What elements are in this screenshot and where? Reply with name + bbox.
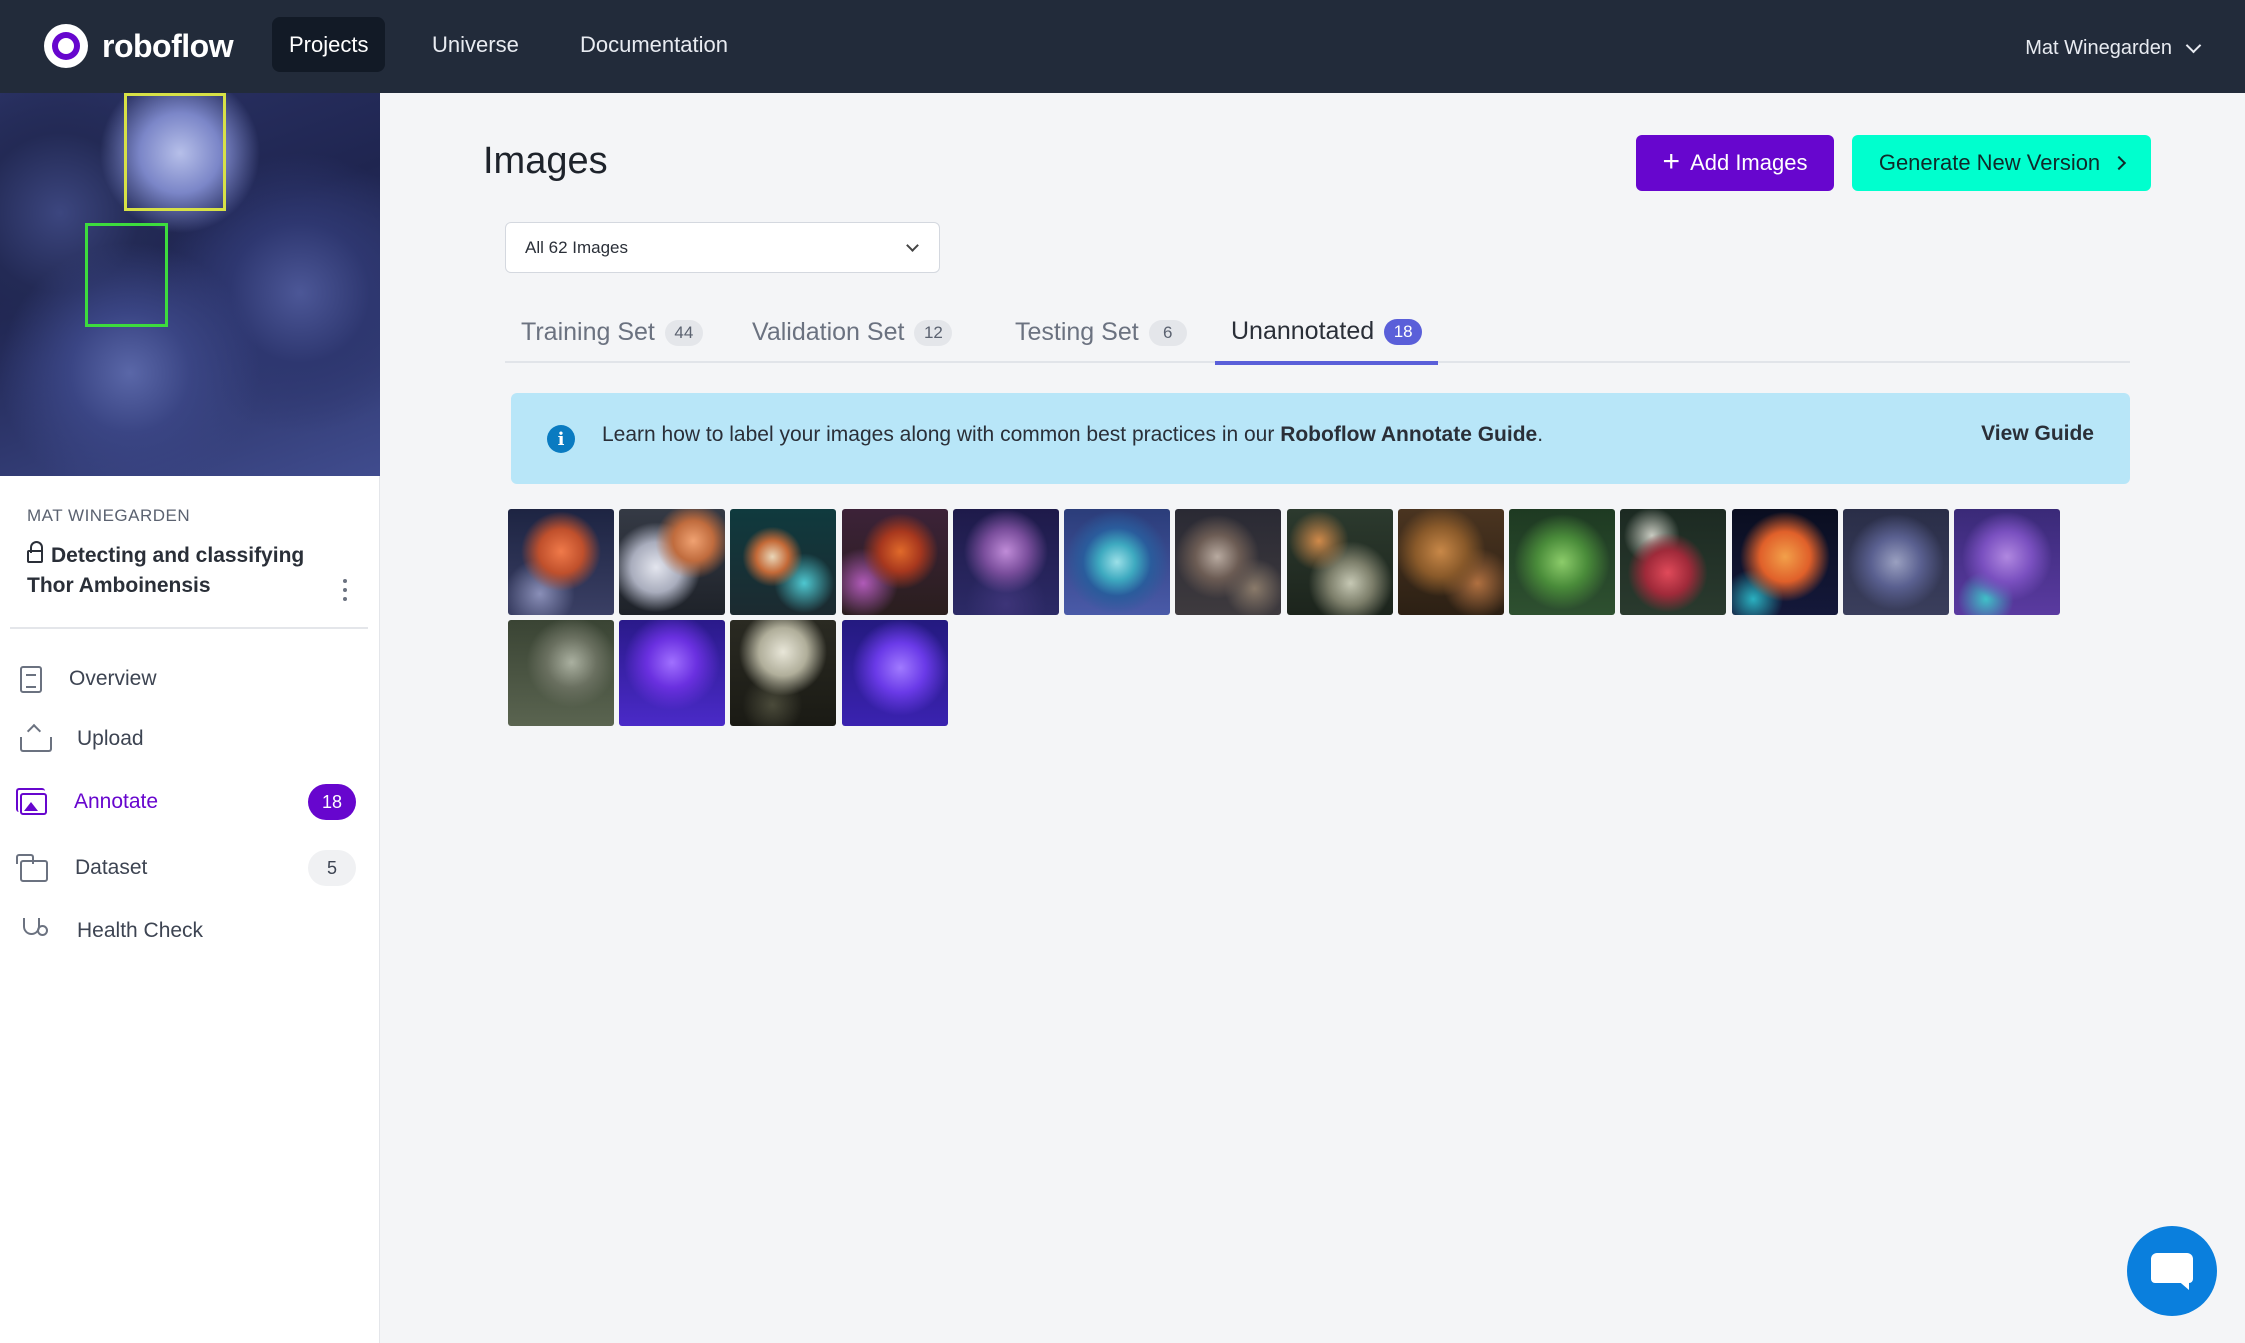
add-images-button[interactable]: + Add Images <box>1636 135 1834 191</box>
image-thumbnail[interactable] <box>953 509 1059 615</box>
roboflow-logo-icon <box>44 24 88 68</box>
page-title: Images <box>483 140 608 182</box>
bounding-box-annotation <box>85 223 168 327</box>
info-icon: i <box>547 425 575 453</box>
sidebar-item-dataset[interactable]: Dataset 5 <box>16 845 360 891</box>
project-title[interactable]: Detecting and classifying Thor Amboinens… <box>27 541 327 601</box>
tab-count-badge: 6 <box>1148 319 1187 346</box>
nav-documentation[interactable]: Documentation <box>563 17 745 72</box>
tab-testing-set[interactable]: Testing Set 6 <box>999 302 1203 363</box>
dataset-count-badge: 5 <box>308 850 356 886</box>
add-images-label: Add Images <box>1690 150 1808 175</box>
chevron-right-icon <box>2112 155 2127 171</box>
image-thumbnail[interactable] <box>1175 509 1281 615</box>
tab-label: Unannotated <box>1231 317 1375 345</box>
sidebar-item-label: Dataset <box>75 856 148 879</box>
tab-label: Training Set <box>521 318 655 346</box>
image-thumbnail[interactable] <box>619 509 725 615</box>
image-thumbnail[interactable] <box>1509 509 1615 615</box>
image-thumbnail[interactable] <box>1064 509 1170 615</box>
annotate-guide-banner: i Learn how to label your images along w… <box>511 393 2130 484</box>
bounding-box-annotation <box>124 93 226 211</box>
tab-count-badge: 18 <box>1384 318 1423 345</box>
sidebar-item-health-check[interactable]: Health Check <box>20 908 360 954</box>
sidebar-item-label: Annotate <box>74 790 159 813</box>
tab-label: Validation Set <box>752 318 905 346</box>
tab-label: Testing Set <box>1015 318 1139 346</box>
sidebar-item-label: Overview <box>69 667 157 690</box>
annotate-count-badge: 18 <box>308 784 356 820</box>
image-thumbnail[interactable] <box>1843 509 1949 615</box>
upload-icon <box>20 724 52 754</box>
image-thumbnail[interactable] <box>842 509 948 615</box>
plus-icon: + <box>1662 144 1681 178</box>
project-owner: MAT WINEGARDEN <box>27 506 191 525</box>
image-thumbnail[interactable] <box>619 620 725 726</box>
generate-new-version-button[interactable]: Generate New Version <box>1852 135 2151 191</box>
nav-universe[interactable]: Universe <box>415 17 536 72</box>
tab-training-set[interactable]: Training Set 44 <box>505 302 719 363</box>
chevron-down-icon <box>906 239 919 252</box>
sidebar-item-label: Upload <box>77 727 144 750</box>
tab-count-badge: 44 <box>664 319 703 346</box>
user-name: Mat Winegarden <box>2025 36 2172 59</box>
document-icon <box>20 665 42 693</box>
project-sidebar: MAT WINEGARDEN Detecting and classifying… <box>0 93 380 1343</box>
roboflow-logo[interactable]: roboflow <box>44 22 234 70</box>
annotate-guide-link[interactable]: Roboflow Annotate Guide <box>1280 423 1537 446</box>
image-thumbnail[interactable] <box>730 620 836 726</box>
image-thumbnail[interactable] <box>730 509 836 615</box>
lock-icon <box>27 541 43 563</box>
sidebar-item-label: Health Check <box>77 919 204 942</box>
tab-count-badge: 12 <box>914 319 953 346</box>
view-guide-link[interactable]: View Guide <box>1981 422 2094 446</box>
sidebar-item-overview[interactable]: Overview <box>20 656 360 702</box>
image-set-tabs: Training Set 44 Validation Set 12 Testin… <box>505 302 2130 365</box>
sidebar-item-annotate[interactable]: Annotate 18 <box>16 779 360 825</box>
top-navigation-bar: roboflow Projects Universe Documentation… <box>0 0 2245 93</box>
image-thumbnail[interactable] <box>1287 509 1393 615</box>
stethoscope-icon <box>20 916 50 946</box>
chevron-down-icon <box>2185 37 2202 53</box>
annotate-icon <box>16 788 47 815</box>
brand-name: roboflow <box>102 27 234 64</box>
generate-label: Generate New Version <box>1878 150 2101 175</box>
tab-unannotated[interactable]: Unannotated 18 <box>1215 302 1439 365</box>
project-title-text: Detecting and classifying Thor Amboinens… <box>27 544 305 597</box>
banner-text: Learn how to label your images along wit… <box>602 423 1544 446</box>
more-options-icon[interactable] <box>342 579 348 601</box>
image-thumbnail[interactable] <box>508 509 614 615</box>
chat-support-button[interactable] <box>2127 1226 2217 1316</box>
image-filter-select[interactable]: All 62 Images <box>505 222 940 273</box>
sidebar-item-upload[interactable]: Upload <box>20 716 360 762</box>
folder-icon <box>16 853 48 882</box>
image-thumbnail[interactable] <box>1620 509 1726 615</box>
image-thumbnail[interactable] <box>1732 509 1838 615</box>
user-menu[interactable]: Mat Winegarden <box>2025 30 2202 66</box>
project-cover-image <box>0 93 380 476</box>
tab-validation-set[interactable]: Validation Set 12 <box>736 302 968 363</box>
nav-projects[interactable]: Projects <box>272 17 386 72</box>
image-thumbnail[interactable] <box>1398 509 1504 615</box>
image-thumbnail[interactable] <box>842 620 948 726</box>
image-thumbnail[interactable] <box>508 620 614 726</box>
filter-selected-value: All 62 Images <box>525 237 628 257</box>
divider <box>10 627 368 629</box>
image-thumbnail[interactable] <box>1954 509 2060 615</box>
